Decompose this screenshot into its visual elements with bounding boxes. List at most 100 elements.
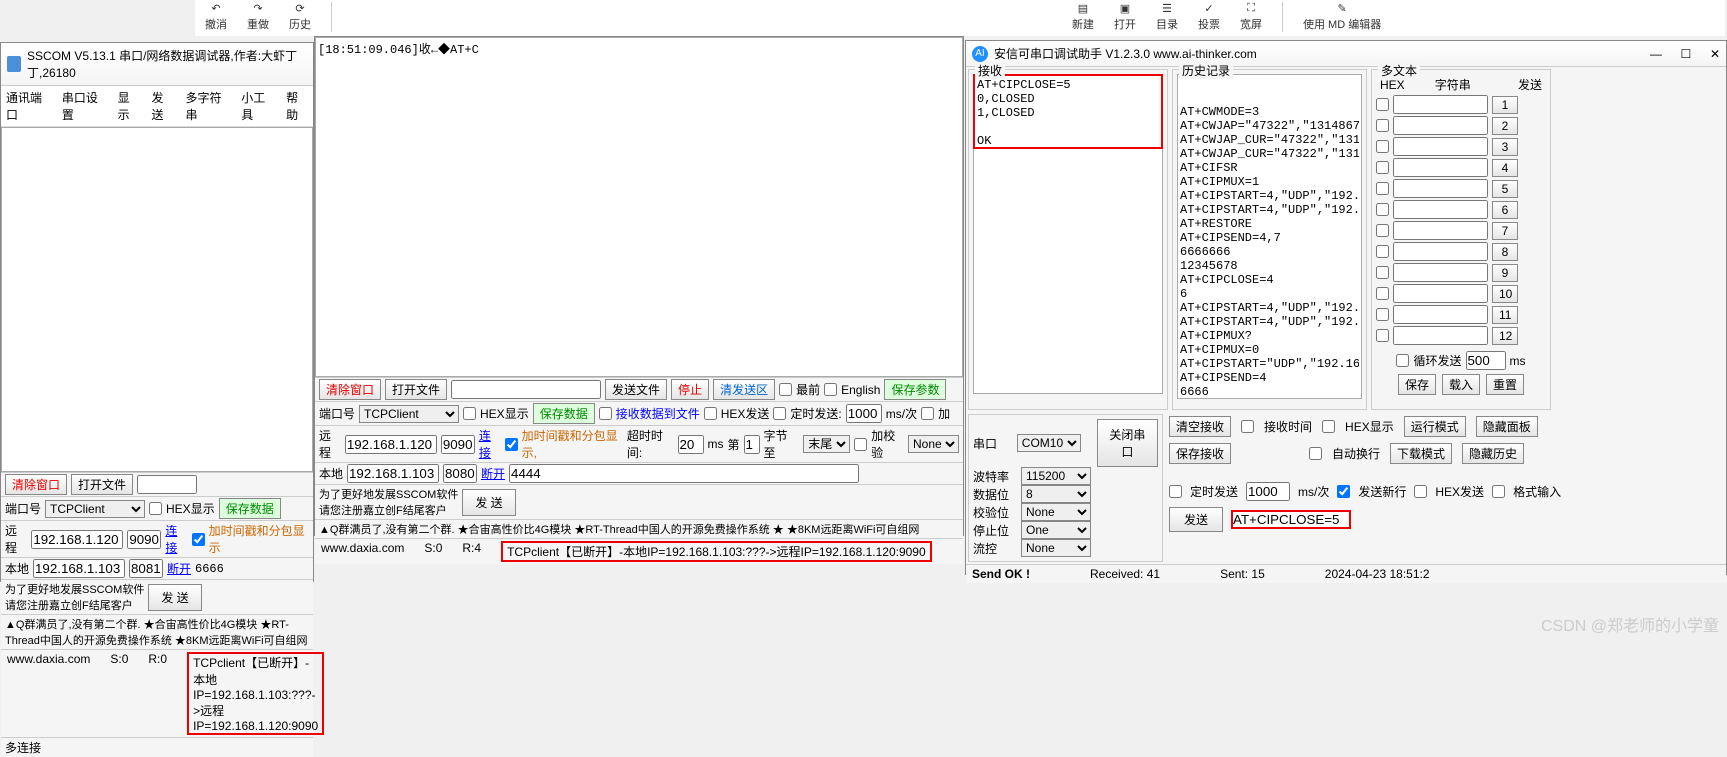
local-ip-input[interactable] bbox=[33, 559, 125, 578]
send-n-button[interactable]: 9 bbox=[1492, 264, 1518, 282]
undo-button[interactable]: ↶撤消 bbox=[205, 2, 227, 32]
history-item[interactable]: AT+CIPSTART="UDP","192.168.1.1 bbox=[1180, 357, 1359, 371]
close-port-button[interactable]: 关闭串口 bbox=[1097, 419, 1158, 467]
save-button[interactable]: 保存 bbox=[1398, 374, 1436, 395]
send-n-button[interactable]: 3 bbox=[1492, 138, 1518, 156]
send-button[interactable]: 发 送 bbox=[148, 584, 201, 611]
stop-button[interactable]: 停止 bbox=[671, 379, 709, 400]
clear-window-button[interactable]: 清除窗口 bbox=[5, 474, 67, 495]
str-input[interactable] bbox=[1393, 305, 1488, 324]
widescreen-button[interactable]: ⛶宽屏 bbox=[1240, 2, 1262, 32]
open-file-button[interactable]: 打开文件 bbox=[71, 474, 133, 495]
hex-check[interactable] bbox=[1376, 245, 1389, 258]
history-item[interactable]: 6 bbox=[1180, 287, 1359, 301]
history-item[interactable]: AT+RESTORE bbox=[1180, 217, 1359, 231]
menu-help[interactable]: 帮助 bbox=[286, 89, 308, 123]
hex-check[interactable] bbox=[1376, 119, 1389, 132]
remote-ip-input[interactable] bbox=[31, 530, 123, 549]
history-item[interactable]: AT+CIPSEND=4,7 bbox=[1180, 231, 1359, 245]
history-button[interactable]: ⟳历史 bbox=[289, 2, 311, 32]
send-n-button[interactable]: 10 bbox=[1492, 285, 1518, 303]
minimize-button[interactable]: — bbox=[1650, 47, 1662, 61]
str-input[interactable] bbox=[1393, 158, 1488, 177]
history-item[interactable]: AT+CIPMUX? bbox=[1180, 329, 1359, 343]
str-input[interactable] bbox=[1393, 263, 1488, 282]
send-n-button[interactable]: 4 bbox=[1492, 159, 1518, 177]
send-n-button[interactable]: 5 bbox=[1492, 180, 1518, 198]
send-input[interactable] bbox=[1231, 510, 1351, 529]
send-n-button[interactable]: 7 bbox=[1492, 222, 1518, 240]
history-item[interactable]: AT+CIPMUX=0 bbox=[1180, 343, 1359, 357]
str-input[interactable] bbox=[1393, 284, 1488, 303]
history-item[interactable]: AT+CWJAP_CUR="47322","13148 bbox=[1180, 147, 1359, 161]
history-item[interactable]: AT+CIPSTART=4,"UDP","192.168.1 bbox=[1180, 203, 1359, 217]
connect-button[interactable]: 连接 bbox=[165, 522, 187, 556]
send-n-button[interactable]: 1 bbox=[1492, 96, 1518, 114]
hex-check[interactable] bbox=[1376, 287, 1389, 300]
str-input[interactable] bbox=[1393, 179, 1488, 198]
save-data-button[interactable]: 保存数据 bbox=[219, 498, 281, 519]
history-item[interactable]: AT+CIPSTART=4,"UDP","192.168.1 bbox=[1180, 189, 1359, 203]
dir-button[interactable]: ☰目录 bbox=[1156, 2, 1178, 32]
send-n-button[interactable]: 6 bbox=[1492, 201, 1518, 219]
clear-window-button[interactable]: 清除窗口 bbox=[319, 379, 381, 400]
menu-tools[interactable]: 小工具 bbox=[241, 89, 274, 123]
menu-multistr[interactable]: 多字符串 bbox=[185, 89, 229, 123]
send-input[interactable] bbox=[509, 464, 859, 483]
str-input[interactable] bbox=[1393, 116, 1488, 135]
local-port-input[interactable] bbox=[129, 559, 163, 578]
remote-port-input[interactable] bbox=[127, 530, 161, 549]
history-item[interactable]: AT+CWJAP_CUR="47322","13148 bbox=[1180, 133, 1359, 147]
history-item[interactable]: 6666666 bbox=[1180, 245, 1359, 259]
open-file-button[interactable]: 打开文件 bbox=[385, 379, 447, 400]
history-item[interactable]: AT+CIPSTART=4,"UDP","192.168.1 bbox=[1180, 301, 1359, 315]
send-n-button[interactable]: 8 bbox=[1492, 243, 1518, 261]
hex-check[interactable] bbox=[1376, 98, 1389, 111]
history-item[interactable]: 6666 bbox=[1180, 385, 1359, 399]
hex-check[interactable] bbox=[1376, 161, 1389, 174]
port-select[interactable]: TCPClient bbox=[45, 500, 145, 518]
send-n-button[interactable]: 12 bbox=[1492, 327, 1518, 345]
load-button[interactable]: 载入 bbox=[1442, 374, 1480, 395]
vote-button[interactable]: ✓投票 bbox=[1198, 2, 1220, 32]
str-input[interactable] bbox=[1393, 221, 1488, 240]
timestamp-check[interactable] bbox=[192, 533, 205, 546]
menu-send[interactable]: 发送 bbox=[152, 89, 174, 123]
md-editor-button[interactable]: ✎使用 MD 编辑器 bbox=[1303, 2, 1381, 32]
open-button[interactable]: ▣打开 bbox=[1114, 2, 1136, 32]
history-item[interactable]: AT+CIPMUX=1 bbox=[1180, 175, 1359, 189]
menu-display[interactable]: 显示 bbox=[118, 89, 140, 123]
history-item[interactable]: AT+CIFSR bbox=[1180, 161, 1359, 175]
hex-check[interactable] bbox=[1376, 140, 1389, 153]
history-item[interactable]: AT+CWJAP="47322","1314867256 bbox=[1180, 119, 1359, 133]
str-input[interactable] bbox=[1393, 242, 1488, 261]
com-select[interactable]: COM10 bbox=[1017, 434, 1081, 452]
port-select[interactable]: TCPClient bbox=[359, 405, 459, 423]
send-n-button[interactable]: 2 bbox=[1492, 117, 1518, 135]
history-item[interactable]: 12345678 bbox=[1180, 259, 1359, 273]
menu-comm[interactable]: 通讯端口 bbox=[6, 89, 50, 123]
hex-check[interactable] bbox=[1376, 224, 1389, 237]
new-button[interactable]: ▤新建 bbox=[1072, 2, 1094, 32]
hex-check[interactable] bbox=[1376, 203, 1389, 216]
send-n-button[interactable]: 11 bbox=[1492, 306, 1518, 324]
hex-check[interactable] bbox=[1376, 182, 1389, 195]
disconnect-button[interactable]: 断开 bbox=[167, 560, 191, 577]
send-file-button[interactable]: 发送文件 bbox=[605, 379, 667, 400]
close-button[interactable]: ✕ bbox=[1710, 47, 1720, 61]
clear-send-button[interactable]: 清发送区 bbox=[713, 379, 775, 400]
send-button[interactable]: 发送 bbox=[1169, 507, 1223, 532]
str-input[interactable] bbox=[1393, 326, 1488, 345]
maximize-button[interactable]: ☐ bbox=[1681, 47, 1692, 61]
hex-check[interactable] bbox=[1376, 308, 1389, 321]
reset-button[interactable]: 重置 bbox=[1486, 374, 1524, 395]
history-item[interactable]: AT+CWMODE=3 bbox=[1180, 105, 1359, 119]
history-item[interactable]: AT+CIPCLOSE=4 bbox=[1180, 273, 1359, 287]
file-input[interactable] bbox=[137, 475, 197, 494]
hex-show-check[interactable] bbox=[149, 502, 162, 515]
history-item[interactable]: AT+CIPSEND=4 bbox=[1180, 371, 1359, 385]
hex-check[interactable] bbox=[1376, 329, 1389, 342]
str-input[interactable] bbox=[1393, 200, 1488, 219]
str-input[interactable] bbox=[1393, 137, 1488, 156]
str-input[interactable] bbox=[1393, 95, 1488, 114]
